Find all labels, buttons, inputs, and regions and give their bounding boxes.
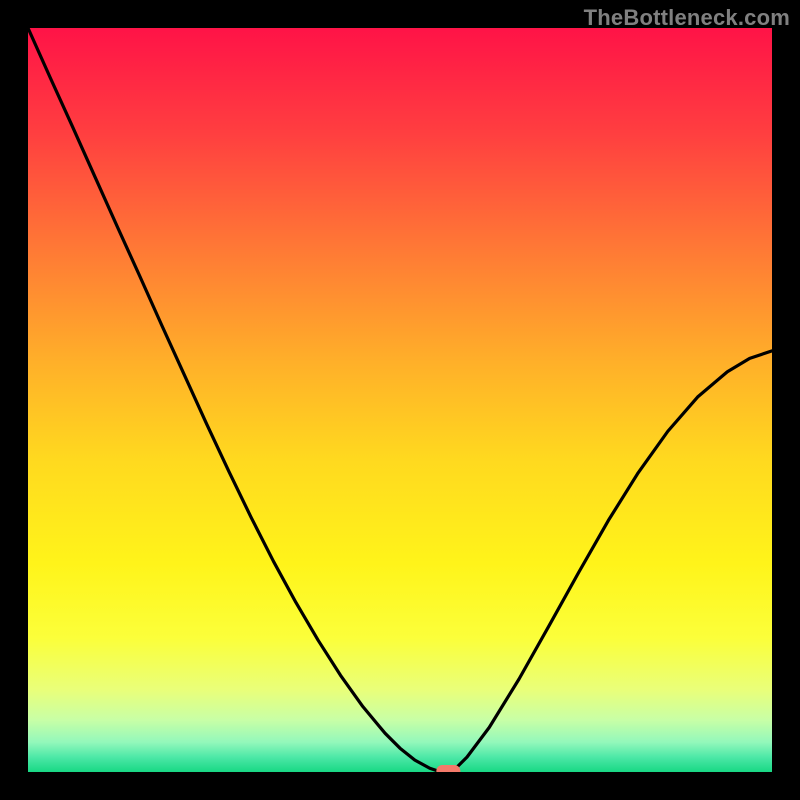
chart-canvas <box>0 0 800 800</box>
bottleneck-chart: TheBottleneck.com <box>0 0 800 800</box>
attribution-label: TheBottleneck.com <box>584 5 790 31</box>
plot-background <box>28 28 772 772</box>
